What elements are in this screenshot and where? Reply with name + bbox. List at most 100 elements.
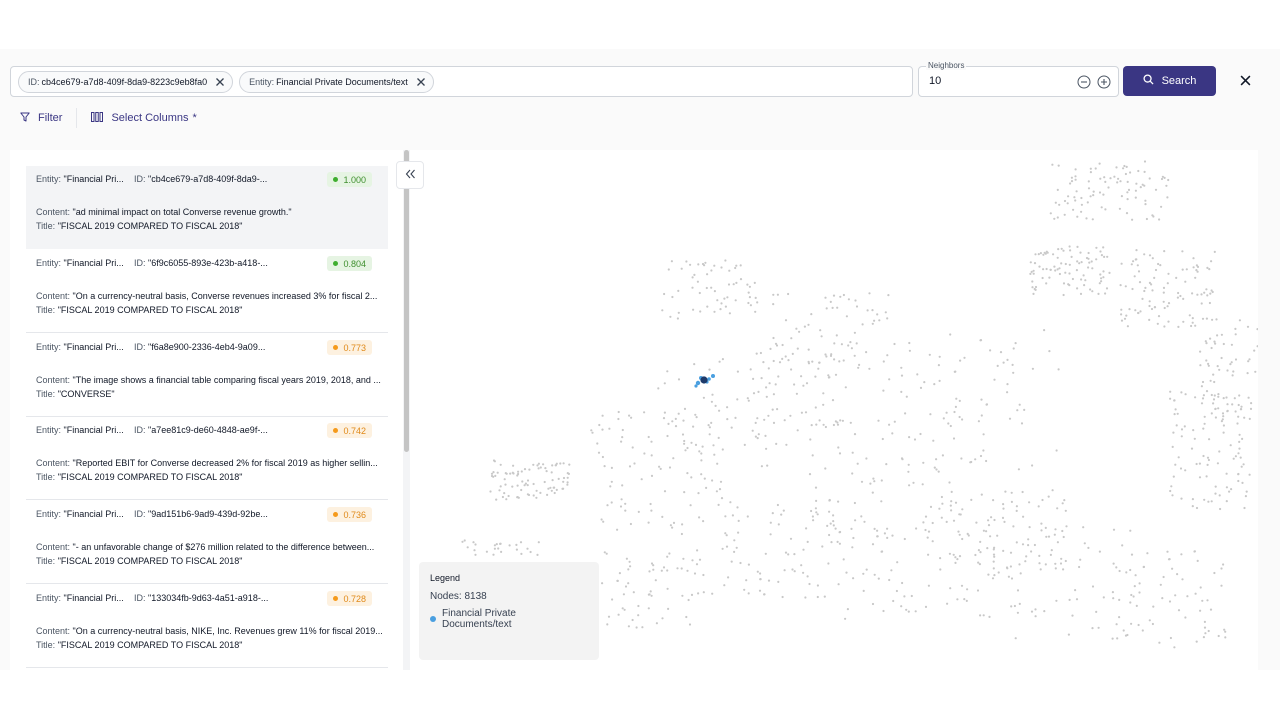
graph-node <box>1247 360 1250 363</box>
graph-node <box>1180 553 1183 556</box>
graph-node <box>1137 623 1140 627</box>
graph-node <box>1056 256 1059 259</box>
result-row[interactable]: Entity: "Financial Pri... ID: "6f9c6055-8… <box>26 250 388 333</box>
graph-node <box>1168 600 1172 603</box>
graph-node <box>977 561 980 564</box>
graph-node <box>1171 567 1174 570</box>
graph-node <box>1223 628 1226 631</box>
graph-node <box>562 487 565 490</box>
graph-node <box>1076 287 1079 290</box>
graph-node <box>1221 412 1225 415</box>
entity-value: "Financial Pri... <box>63 258 124 268</box>
neighbors-value[interactable]: 10 <box>929 75 941 87</box>
result-row[interactable]: Entity: "Financial Pri... ID: "f6a8e900-2… <box>26 334 388 417</box>
graph-node <box>647 607 650 610</box>
id-value: "133034fb-9d63-4a51-a918-... <box>148 593 269 603</box>
graph-node <box>958 555 962 558</box>
graph-node <box>927 530 931 533</box>
graph-node <box>1111 637 1114 640</box>
neighbor-nodes[interactable] <box>694 374 715 388</box>
graph-node <box>807 348 810 351</box>
graph-node <box>835 334 838 337</box>
graph-node <box>980 414 983 417</box>
graph-node <box>706 273 709 276</box>
graph-node <box>949 504 952 507</box>
graph-node <box>1185 268 1188 271</box>
graph-node <box>1098 282 1101 285</box>
x-icon[interactable] <box>415 76 427 88</box>
graph-node <box>881 437 884 441</box>
plus-circle-icon[interactable] <box>1096 74 1111 89</box>
result-id: ID: "f6a8e900-2336-4eb4-9a09... <box>134 342 265 352</box>
graph-node <box>495 543 498 546</box>
search-query-input[interactable]: ID: cb4ce679-a7d8-409f-8da9-8223c9eb8fa0… <box>10 66 913 97</box>
select-columns-button[interactable]: Select Columns * <box>77 111 197 125</box>
result-row[interactable]: Entity: "Financial Pri... ID: "133034fb-9… <box>26 585 388 668</box>
graph-node <box>1160 205 1163 208</box>
graph-node <box>938 507 941 510</box>
graph-node <box>1151 622 1154 626</box>
graph-node <box>1154 268 1158 272</box>
graph-node <box>1240 405 1243 408</box>
graph-node <box>627 625 630 628</box>
collapse-panel-button[interactable] <box>396 161 424 189</box>
result-content: Content: "On a currency-neutral basis, C… <box>36 291 377 301</box>
score-dot <box>333 261 339 266</box>
graph-node <box>499 485 502 488</box>
graph-node <box>1213 340 1216 343</box>
graph-node <box>609 485 612 488</box>
graph-node <box>1171 494 1174 497</box>
graph-node <box>681 594 684 597</box>
graph-node <box>1199 609 1202 612</box>
graph-node <box>1203 415 1206 418</box>
graph-node <box>637 510 640 513</box>
result-row[interactable]: Entity: "Financial Pri... ID: "cb4ce679-a… <box>26 166 388 249</box>
graph-node <box>1148 318 1151 321</box>
graph-node <box>1076 245 1079 248</box>
graph-node <box>757 433 760 436</box>
graph-node <box>841 419 844 422</box>
graph-node <box>939 568 942 571</box>
graph-node <box>1082 274 1085 277</box>
graph-node <box>1053 217 1056 220</box>
graph-node <box>804 596 807 599</box>
minus-circle-icon[interactable] <box>1076 74 1091 89</box>
score-dot <box>333 428 339 433</box>
graph-node <box>1243 416 1246 419</box>
legend-node-count: Nodes: 8138 <box>430 591 487 602</box>
graph-node <box>1047 535 1051 538</box>
graph-node <box>832 520 835 523</box>
result-row[interactable]: Entity: "Financial Pri... ID: "a7ee81c9-d… <box>26 417 388 500</box>
graph-node <box>908 436 911 439</box>
x-icon[interactable] <box>214 76 226 88</box>
search-button[interactable]: Search <box>1123 66 1216 96</box>
graph-node <box>827 374 830 377</box>
filter-button[interactable]: Filter <box>10 112 76 125</box>
graph-node <box>1015 509 1018 512</box>
graph-node <box>1162 300 1165 303</box>
graph-node <box>728 312 731 315</box>
scrollbar-thumb[interactable] <box>404 150 409 452</box>
graph-node <box>851 472 854 475</box>
neighbors-field[interactable]: Neighbors 10 <box>918 61 1119 97</box>
graph-node <box>733 539 736 542</box>
graph-node <box>882 609 885 613</box>
graph-node <box>945 411 948 414</box>
graph-node <box>884 311 887 314</box>
graph-node <box>1212 398 1216 401</box>
title-label: Title: <box>36 556 56 566</box>
close-button[interactable] <box>1237 74 1253 90</box>
graph-node <box>1133 585 1136 588</box>
graph-node <box>1049 268 1052 271</box>
result-row[interactable]: Entity: "Financial Pri... ID: "9ad151b6-9… <box>26 501 388 584</box>
legend-item[interactable]: Financial Private Documents/text <box>430 608 588 630</box>
graph-node <box>693 273 696 276</box>
graph-node <box>1200 302 1203 305</box>
graph-node <box>1131 287 1134 291</box>
graph-node <box>1010 491 1013 494</box>
graph-node <box>1115 623 1118 626</box>
graph-node <box>853 501 856 505</box>
graph-node <box>886 354 889 357</box>
graph-node <box>1213 250 1216 253</box>
graph-node <box>1043 329 1046 332</box>
